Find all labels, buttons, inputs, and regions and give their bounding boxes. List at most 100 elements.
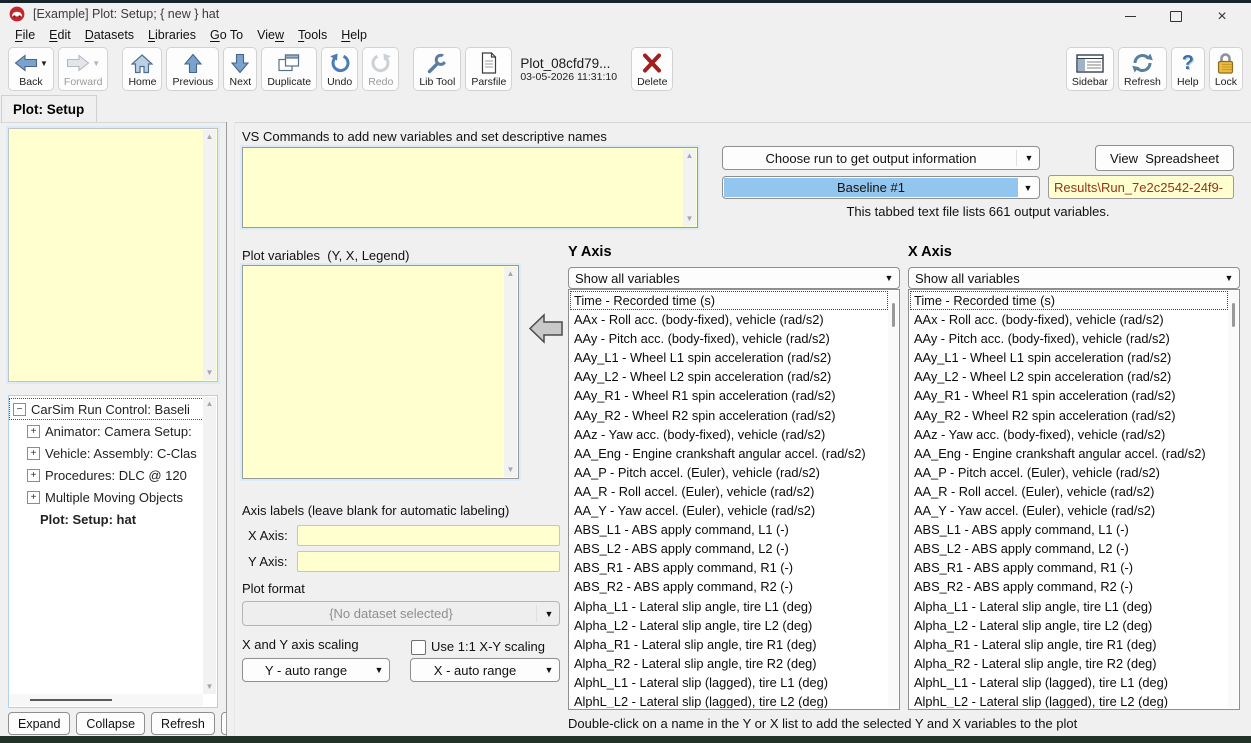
variable-item[interactable]: AAy - Pitch acc. (body-fixed), vehicle (… [570, 329, 888, 348]
variable-item[interactable]: Time - Recorded time (s) [910, 291, 1228, 310]
tree-hscrollbar[interactable] [10, 694, 203, 706]
variable-item[interactable]: AlphL_L1 - Lateral slip (lagged), tire L… [570, 673, 888, 692]
collapse-button[interactable]: Collapse [76, 712, 145, 735]
tree-item[interactable]: −CarSim Run Control: Baseli [9, 398, 204, 420]
help-button[interactable]: ? Help [1171, 47, 1205, 91]
variable-item[interactable]: AlphL_L2 - Lateral slip (lagged), tire L… [910, 692, 1228, 708]
preview-scrollbar[interactable]: ▲ ▼ [203, 130, 216, 380]
y-axis-scrollbar[interactable] [888, 291, 898, 708]
menu-libraries[interactable]: Libraries [141, 27, 203, 43]
vs-commands-scrollbar[interactable]: ▲ ▼ [683, 149, 696, 226]
variable-item[interactable]: ABS_R2 - ABS apply command, R2 (-) [570, 577, 888, 596]
variable-item[interactable]: AAy_R2 - Wheel R2 spin acceleration (rad… [910, 406, 1228, 425]
menu-tools[interactable]: Tools [291, 27, 334, 43]
variable-item[interactable]: AA_Eng - Engine crankshaft angular accel… [910, 444, 1228, 463]
vs-commands-input[interactable]: ▲ ▼ [242, 147, 698, 228]
previous-button[interactable]: Previous [166, 47, 219, 91]
tree-item[interactable]: +Vehicle: Assembly: C-Clas [9, 442, 204, 464]
lib-tool-button[interactable]: Lib Tool [413, 47, 461, 91]
scroll-down-icon[interactable]: ▼ [206, 680, 214, 694]
scroll-down-icon[interactable]: ▼ [206, 366, 214, 380]
home-button[interactable]: Home [122, 47, 162, 91]
parsfile-button[interactable]: Parsfile [465, 47, 512, 91]
variable-item[interactable]: AA_P - Pitch accel. (Euler), vehicle (ra… [910, 463, 1228, 482]
variable-item[interactable]: AA_P - Pitch accel. (Euler), vehicle (ra… [570, 463, 888, 482]
variable-item[interactable]: AAy_R1 - Wheel R1 spin acceleration (rad… [910, 386, 1228, 405]
back-dropdown-icon[interactable]: ▼ [40, 59, 48, 68]
variable-item[interactable]: ABS_R1 - ABS apply command, R1 (-) [910, 558, 1228, 577]
variable-item[interactable]: Alpha_L2 - Lateral slip angle, tire L2 (… [910, 616, 1228, 635]
variable-item[interactable]: Alpha_R1 - Lateral slip angle, tire R1 (… [570, 635, 888, 654]
variable-item[interactable]: AAy_L1 - Wheel L1 spin acceleration (rad… [910, 348, 1228, 367]
variable-item[interactable]: AAy_R1 - Wheel R1 spin acceleration (rad… [570, 386, 888, 405]
choose-run-select[interactable]: Choose run to get output information ▼ [722, 146, 1040, 170]
delete-button[interactable]: Delete [631, 47, 673, 91]
variable-item[interactable]: AAy_L2 - Wheel L2 spin acceleration (rad… [910, 367, 1228, 386]
forward-button[interactable]: ▼ Forward [58, 47, 109, 91]
scroll-up-icon[interactable]: ▲ [206, 130, 214, 144]
sidebar-button[interactable]: Sidebar [1066, 47, 1114, 91]
expand-node-icon[interactable]: + [27, 469, 40, 482]
tree-item[interactable]: Plot: Setup: hat [9, 508, 204, 530]
transfer-left-arrow-icon[interactable] [528, 310, 564, 347]
next-button[interactable]: Next [223, 47, 257, 91]
tree-item[interactable]: +Multiple Moving Objects [9, 486, 204, 508]
variable-item[interactable]: AAx - Roll acc. (body-fixed), vehicle (r… [910, 310, 1228, 329]
expand-button[interactable]: Expand [8, 712, 70, 735]
variable-item[interactable]: AAy_R2 - Wheel R2 spin acceleration (rad… [570, 406, 888, 425]
scroll-up-icon[interactable]: ▲ [206, 397, 214, 411]
redo-button[interactable]: Redo [362, 47, 399, 91]
preview-pane[interactable]: ▲ ▼ [8, 128, 218, 382]
view-spreadsheet-button[interactable]: View Spreadsheet [1095, 145, 1234, 171]
collapse-node-icon[interactable]: − [13, 403, 26, 416]
plot-variables-scrollbar[interactable]: ▲ ▼ [504, 267, 517, 477]
variable-item[interactable]: AAx - Roll acc. (body-fixed), vehicle (r… [570, 310, 888, 329]
expand-node-icon[interactable]: + [27, 491, 40, 504]
variable-item[interactable]: AA_R - Roll accel. (Euler), vehicle (rad… [570, 482, 888, 501]
x-scale-select[interactable]: X - auto range ▼ [410, 658, 560, 682]
variable-item[interactable]: AAz - Yaw acc. (body-fixed), vehicle (ra… [910, 425, 1228, 444]
variable-item[interactable]: ABS_L2 - ABS apply command, L2 (-) [570, 539, 888, 558]
variable-item[interactable]: AAz - Yaw acc. (body-fixed), vehicle (ra… [570, 425, 888, 444]
menu-help[interactable]: Help [334, 27, 374, 43]
variable-item[interactable]: Alpha_L2 - Lateral slip angle, tire L2 (… [570, 616, 888, 635]
variable-item[interactable]: Alpha_L1 - Lateral slip angle, tire L1 (… [910, 597, 1228, 616]
scroll-down-icon[interactable]: ▼ [507, 463, 515, 477]
results-path-field[interactable]: Results\Run_7e2c2542-24f9- [1048, 175, 1234, 199]
menu-datasets[interactable]: Datasets [78, 27, 141, 43]
refresh-button[interactable]: Refresh [1118, 47, 1167, 91]
run-select[interactable]: Baseline #1 ▼ [722, 176, 1040, 199]
variable-item[interactable]: AAy_L1 - Wheel L1 spin acceleration (rad… [570, 348, 888, 367]
variable-item[interactable]: Alpha_R1 - Lateral slip angle, tire R1 (… [910, 635, 1228, 654]
tree-item[interactable]: +Procedures: DLC @ 120 [9, 464, 204, 486]
variable-item[interactable]: AAy - Pitch acc. (body-fixed), vehicle (… [910, 329, 1228, 348]
variable-item[interactable]: Time - Recorded time (s) [570, 291, 888, 310]
tree-vscrollbar[interactable]: ▲ ▼ [203, 397, 216, 694]
scroll-up-icon[interactable]: ▲ [507, 267, 515, 281]
variable-item[interactable]: ABS_L1 - ABS apply command, L1 (-) [910, 520, 1228, 539]
variable-item[interactable]: ABS_L2 - ABS apply command, L2 (-) [910, 539, 1228, 558]
plot-format-select[interactable]: {No dataset selected} ▼ [242, 601, 560, 626]
y-axis-filter-select[interactable]: Show all variables ▼ [568, 267, 900, 289]
tree-item[interactable]: +Animator: Camera Setup: [9, 420, 204, 442]
expand-node-icon[interactable]: + [27, 447, 40, 460]
variable-item[interactable]: Alpha_R2 - Lateral slip angle, tire R2 (… [570, 654, 888, 673]
tab-plot-setup[interactable]: Plot: Setup [1, 95, 97, 122]
lock-button[interactable]: Lock [1209, 47, 1243, 91]
scrollbar-thumb[interactable] [892, 303, 895, 327]
back-button[interactable]: ▼ Back [8, 47, 54, 91]
variable-item[interactable]: AAy_L2 - Wheel L2 spin acceleration (rad… [570, 367, 888, 386]
refresh-tree-button[interactable]: Refresh [151, 712, 215, 735]
variable-item[interactable]: Alpha_R2 - Lateral slip angle, tire R2 (… [910, 654, 1228, 673]
scroll-down-icon[interactable]: ▼ [686, 212, 694, 226]
variable-item[interactable]: ABS_L1 - ABS apply command, L1 (-) [570, 520, 888, 539]
x-axis-filter-select[interactable]: Show all variables ▼ [908, 267, 1240, 289]
duplicate-button[interactable]: Duplicate [261, 47, 317, 91]
scrollbar-thumb[interactable] [1232, 303, 1235, 327]
scaling-checkbox[interactable] [411, 640, 426, 655]
variable-item[interactable]: AA_Y - Yaw accel. (Euler), vehicle (rad/… [570, 501, 888, 520]
variable-item[interactable]: Alpha_L1 - Lateral slip angle, tire L1 (… [570, 597, 888, 616]
variable-item[interactable]: AA_Y - Yaw accel. (Euler), vehicle (rad/… [910, 501, 1228, 520]
variable-item[interactable]: AA_R - Roll accel. (Euler), vehicle (rad… [910, 482, 1228, 501]
scrollbar-thumb[interactable] [30, 699, 112, 701]
